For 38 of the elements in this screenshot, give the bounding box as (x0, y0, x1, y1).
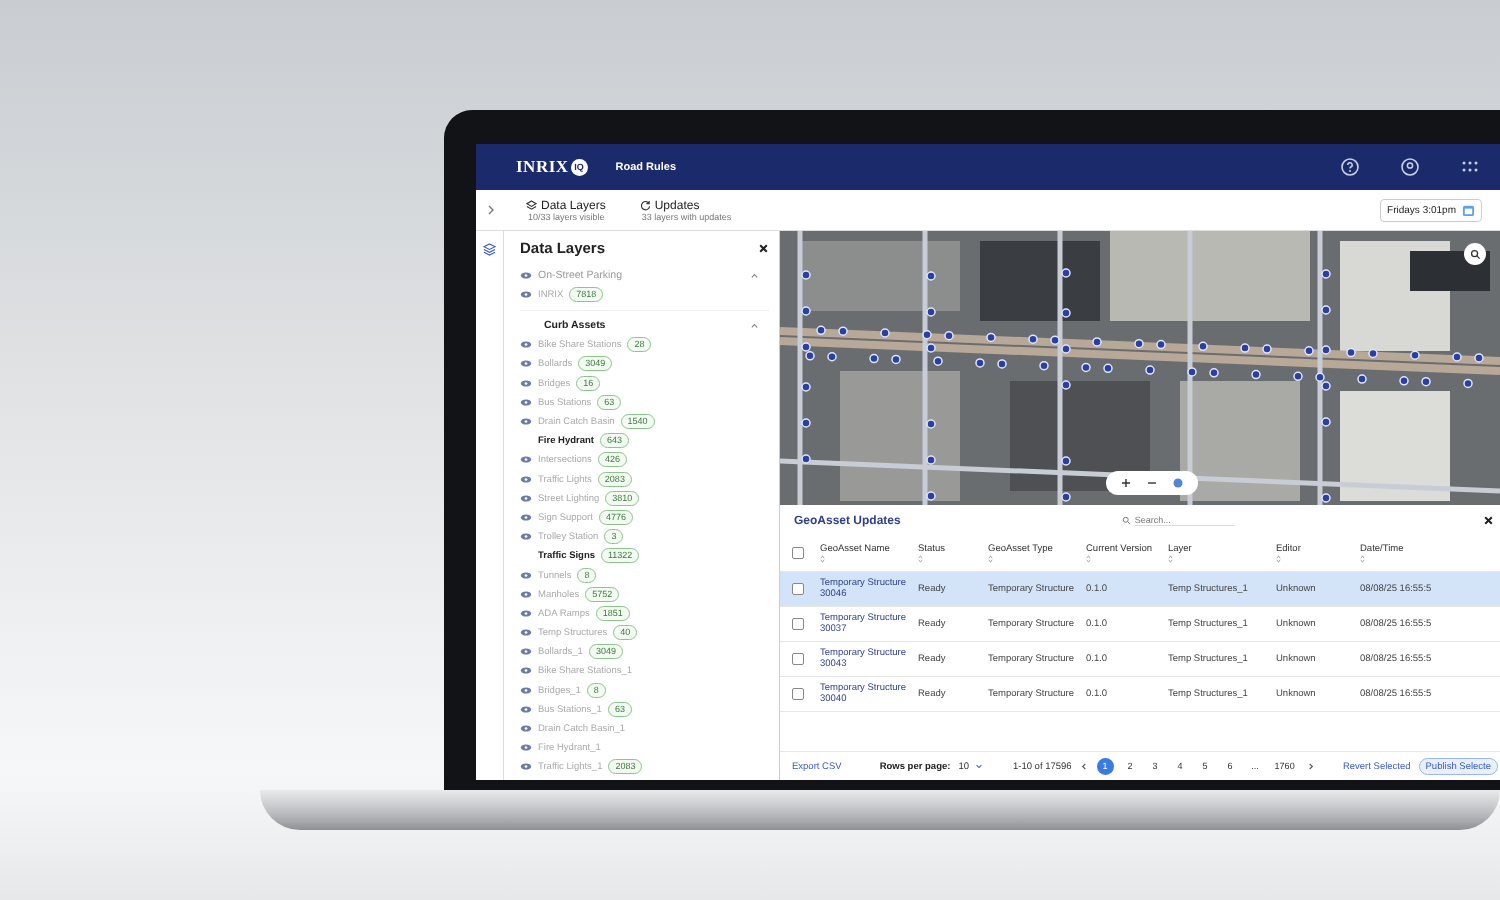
eye-icon[interactable] (520, 532, 532, 542)
eye-icon[interactable] (520, 340, 532, 350)
eye-icon[interactable] (520, 666, 532, 676)
eye-icon[interactable] (520, 270, 532, 280)
zoom-out-icon[interactable] (1146, 477, 1158, 489)
eye-icon[interactable] (520, 762, 532, 772)
select-all-checkbox[interactable] (792, 547, 804, 559)
satellite-map-drawing[interactable] (780, 231, 1500, 505)
eye-icon[interactable] (520, 628, 532, 638)
eye-icon[interactable] (520, 290, 532, 300)
row-checkbox[interactable] (792, 653, 804, 665)
eye-icon[interactable] (520, 512, 532, 522)
eye-icon[interactable] (520, 493, 532, 503)
eye-icon[interactable] (520, 685, 532, 695)
eye-icon[interactable] (520, 743, 532, 753)
user-icon[interactable] (1400, 157, 1420, 177)
eye-icon[interactable] (520, 359, 532, 369)
eye-icon[interactable] (520, 724, 532, 734)
eye-icon[interactable] (520, 378, 532, 388)
help-icon[interactable] (1340, 157, 1360, 177)
eye-icon[interactable] (520, 589, 532, 599)
close-icon[interactable] (1483, 514, 1494, 526)
calendar-icon (1462, 203, 1475, 217)
eye-icon[interactable] (520, 647, 532, 657)
row-checkbox[interactable] (792, 583, 804, 595)
eye-icon[interactable] (520, 417, 532, 427)
eye-icon[interactable] (520, 608, 532, 618)
row-checkbox[interactable] (792, 688, 804, 700)
expand-chevron-icon[interactable] (486, 205, 496, 215)
eye-icon[interactable] (520, 455, 532, 465)
eye-icon[interactable] (520, 474, 532, 484)
apps-grid-icon[interactable] (1460, 157, 1480, 177)
close-icon[interactable] (758, 242, 769, 254)
zoom-in-icon[interactable] (1120, 477, 1132, 489)
eye-icon[interactable] (520, 570, 532, 580)
eye-icon[interactable] (520, 397, 532, 407)
row-checkbox[interactable] (792, 618, 804, 630)
eye-icon[interactable] (520, 704, 532, 714)
